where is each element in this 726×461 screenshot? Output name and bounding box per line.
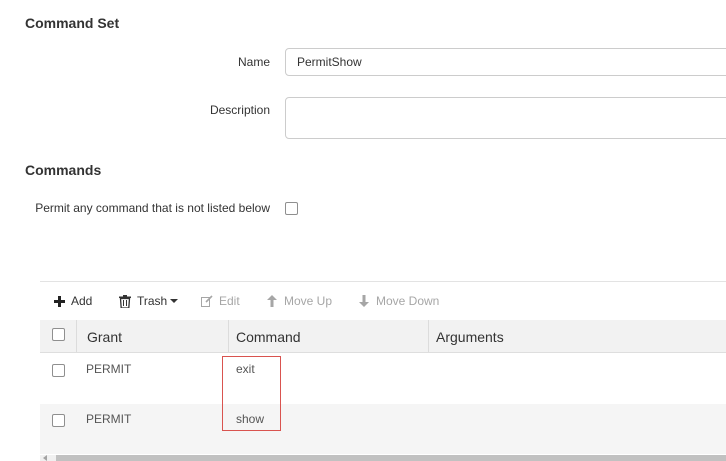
grid-header: Grant Command Arguments (40, 320, 726, 353)
add-button[interactable]: Add (52, 293, 92, 309)
column-separator (228, 320, 229, 352)
row-checkbox[interactable] (52, 364, 65, 377)
scroll-left-icon[interactable] (43, 455, 47, 461)
column-header-command[interactable]: Command (236, 320, 426, 352)
permit-any-label: Permit any command that is not listed be… (35, 201, 270, 215)
horizontal-scrollbar[interactable] (40, 455, 726, 461)
command-set-heading: Command Set (25, 15, 120, 31)
plus-icon (52, 294, 66, 308)
move-down-label: Move Down (376, 294, 440, 308)
trash-dropdown-button[interactable]: Trash (118, 293, 179, 309)
grant-cell: PERMIT (86, 362, 132, 376)
add-label: Add (71, 294, 93, 308)
edit-icon (200, 294, 214, 308)
column-separator (428, 320, 429, 352)
column-separator (76, 320, 77, 352)
scrollbar-thumb[interactable] (56, 455, 726, 461)
column-header-grant[interactable]: Grant (87, 320, 227, 352)
command-column-highlight (222, 356, 281, 431)
table-row[interactable]: PERMIT show (40, 404, 726, 454)
grant-cell: PERMIT (86, 412, 132, 426)
row-checkbox[interactable] (52, 414, 65, 427)
trash-label: Trash (137, 294, 168, 308)
name-input[interactable] (285, 48, 726, 76)
commands-heading: Commands (25, 162, 102, 178)
trash-icon (118, 294, 132, 308)
edit-button[interactable]: Edit (200, 293, 240, 309)
description-input[interactable] (285, 97, 726, 139)
commands-grid: Add Trash Edit Move Up Move Down Grant C… (40, 281, 726, 461)
caret-down-icon (170, 299, 179, 303)
table-row[interactable]: PERMIT exit (40, 354, 726, 404)
edit-label: Edit (219, 294, 240, 308)
grid-toolbar: Add Trash Edit Move Up Move Down (40, 282, 726, 320)
arrow-up-icon (265, 294, 279, 308)
move-down-button[interactable]: Move Down (357, 293, 439, 309)
select-all-checkbox[interactable] (52, 328, 65, 341)
move-up-label: Move Up (284, 294, 333, 308)
description-label: Description (209, 103, 270, 117)
move-up-button[interactable]: Move Up (265, 293, 332, 309)
command-set-editor: Command Set Name Description Commands Pe… (0, 0, 726, 461)
arrow-down-icon (357, 294, 371, 308)
name-label: Name (237, 55, 270, 69)
column-header-arguments[interactable]: Arguments (436, 320, 726, 352)
permit-any-checkbox[interactable] (285, 202, 298, 215)
